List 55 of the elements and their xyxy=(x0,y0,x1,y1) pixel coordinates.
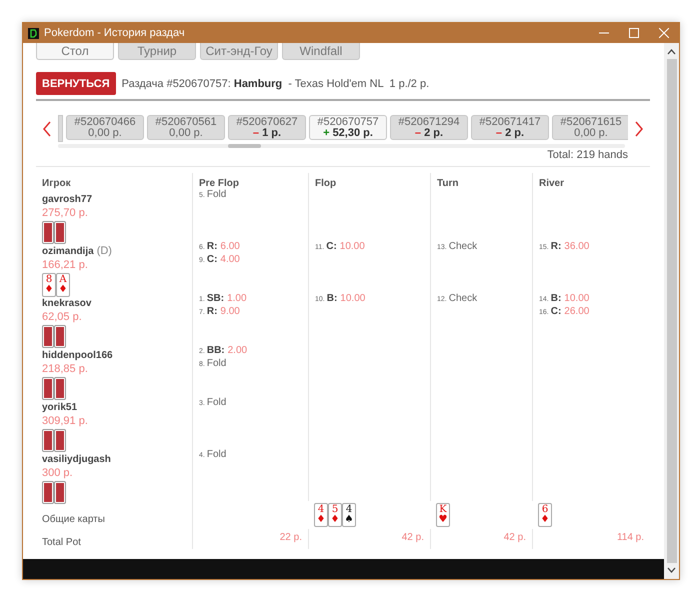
chevron-right-icon xyxy=(634,120,644,136)
player-stack: 309,91 р. xyxy=(42,415,89,427)
back-button[interactable]: ВЕРНУТЬСЯ xyxy=(36,72,116,95)
player-name: vasiliydjugash xyxy=(42,454,111,465)
column-header: Игрок xyxy=(42,178,71,189)
player-name: yorik51 xyxy=(42,402,78,413)
player-stack: 275,70 р. xyxy=(42,207,89,219)
hand-tab-edge xyxy=(58,115,63,142)
hand-tab[interactable]: #520671294 – 2 р. xyxy=(390,115,468,140)
maximize-icon xyxy=(629,28,639,38)
column-header: Flop xyxy=(315,178,336,189)
hand-tab[interactable]: #520670561 0,00 р. xyxy=(147,115,225,140)
hand-tab[interactable]: #520670757 + 52,30 р. xyxy=(309,115,387,140)
player-stack: 300 р. xyxy=(42,467,74,479)
player-stack: 62,05 р. xyxy=(42,311,83,323)
total-hands: Total: 219 hands xyxy=(36,148,650,167)
row-label: Общие карты xyxy=(42,514,105,525)
hand-tab[interactable]: #520671615 0,00 р. xyxy=(552,115,628,140)
tab[interactable]: Турнир xyxy=(118,43,196,60)
pot-amount: 22 р. xyxy=(278,532,302,543)
hand-tab[interactable]: #520671417 – 2 р. xyxy=(471,115,549,140)
vertical-scrollbar[interactable] xyxy=(664,43,679,579)
hand-tab[interactable]: #520670627 – 1 р. xyxy=(228,115,306,140)
playing-card: 5 ♦ xyxy=(328,503,342,527)
pot-amount: 42 р. xyxy=(400,532,424,543)
hand-info: Раздача #520670757: Hamburg - Texas Hold'em NL 1 р./2 р. xyxy=(122,78,430,90)
dealer-marker: (D) xyxy=(96,245,112,257)
chevron-left-icon xyxy=(42,120,52,136)
chevron-down-icon xyxy=(667,567,676,573)
player-name: hiddenpool166 xyxy=(42,350,113,361)
app-logo-icon xyxy=(28,28,39,38)
tab[interactable]: Сит-энд-Гоу xyxy=(200,43,278,60)
column-header: Turn xyxy=(437,178,458,189)
player-name: gavrosh77 xyxy=(42,194,92,205)
window-title: Pokerdom - История раздач xyxy=(44,27,186,39)
player-name: knekrasov xyxy=(42,298,92,309)
playing-card: 4 ♦ xyxy=(314,503,328,527)
playing-card: A ♦ xyxy=(56,273,70,297)
pot-amount: 42 р. xyxy=(502,532,526,543)
tab[interactable]: Windfall xyxy=(282,43,360,60)
chevron-up-icon xyxy=(667,49,676,55)
hand-tab[interactable]: #520670466 0,00 р. xyxy=(66,115,144,140)
playing-card: K ♥ xyxy=(436,503,450,527)
pot-amount: 114 р. xyxy=(616,532,644,543)
playing-card: 6 ♦ xyxy=(538,503,552,527)
tab[interactable]: Стол xyxy=(36,43,114,60)
column-header: Pre Flop xyxy=(199,178,240,189)
playing-card: 4 ♠ xyxy=(342,503,356,527)
player-stack: 166,21 р. xyxy=(42,259,89,271)
close-icon xyxy=(659,28,669,38)
row-label: Total Pot xyxy=(42,537,81,548)
player-name: ozimandija xyxy=(42,246,94,257)
playing-card: 8 ♦ xyxy=(42,273,56,297)
player-stack: 218,85 р. xyxy=(42,363,89,375)
column-header: River xyxy=(539,178,564,189)
